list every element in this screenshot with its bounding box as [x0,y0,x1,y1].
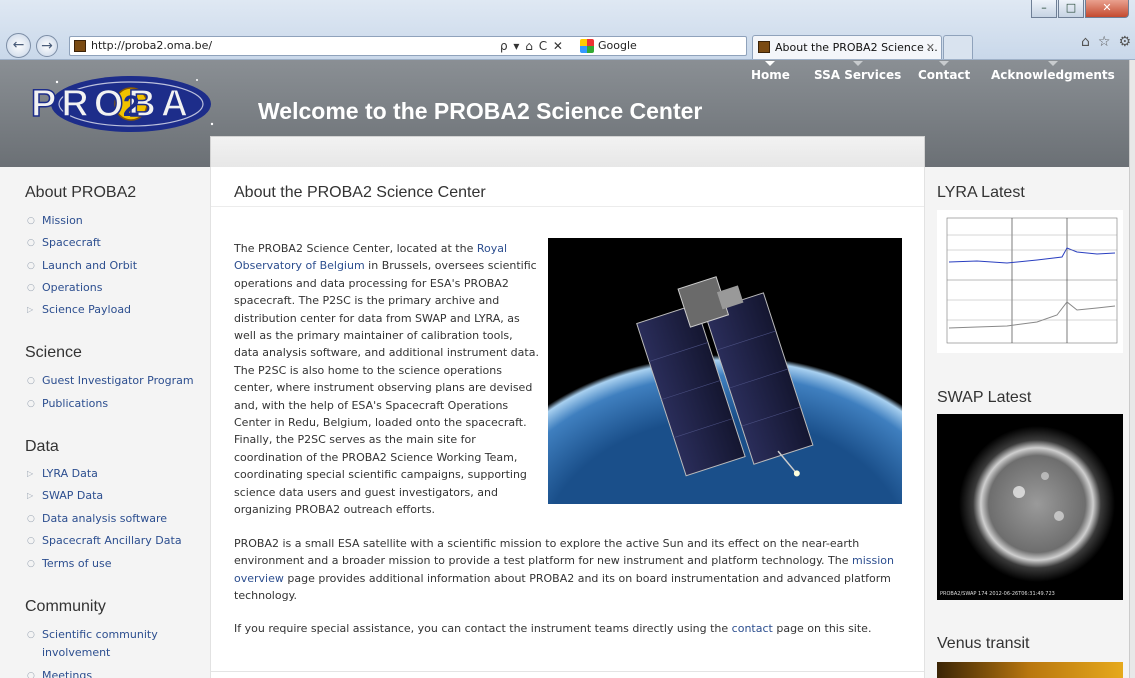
intro-paragraph: The PROBA2 Science Center, located at th… [234,242,539,517]
content-top-bar [210,136,925,167]
section-title-community: Community [25,598,106,615]
back-button[interactable]: ← [6,33,31,58]
sidebar-item-terms-of-use[interactable]: Terms of use [27,555,112,573]
mission-paragraph: PROBA2 is a small ESA satellite with a s… [234,537,894,603]
spacecraft-image [548,238,902,504]
main-content: About the PROBA2 Science Center The PROB… [210,167,925,678]
site-title: Welcome to the PROBA2 Science Center [258,98,703,124]
window-controls: – □ ✕ [1031,0,1129,18]
top-navigation: Home SSA Services Contact Acknowledgment… [0,61,1129,88]
forward-button[interactable]: → [36,35,58,57]
sidebar-item-operations[interactable]: Operations [27,279,103,297]
search-engine-label[interactable]: Google [598,37,637,55]
page-scrollbar[interactable] [1129,60,1135,678]
swap-caption: PROBA2/SWAP 174 2012-06-26T06:31:49.723 [940,591,1055,597]
title-divider [211,206,924,207]
sidebar-item-data-analysis[interactable]: Data analysis software [27,510,167,528]
logo-text: PROBA [31,83,193,125]
sidebar-item-mission[interactable]: Mission [27,212,83,230]
browser-chrome: – □ ✕ ← → http://proba2.oma.be/ ρ ▾ ⌂ C … [0,0,1135,60]
section-title-data: Data [25,438,59,455]
favorites-star-icon[interactable]: ☆ [1098,34,1111,50]
sidebar-item-lyra-data[interactable]: LYRA Data [27,465,98,483]
minimize-button[interactable]: – [1031,0,1057,18]
sidebar-item-ancillary-data[interactable]: Spacecraft Ancillary Data [27,532,182,550]
sidebar-item-launch-orbit[interactable]: Launch and Orbit [27,257,137,275]
site-favicon-icon [74,40,86,52]
sidebar-item-spacecraft[interactable]: Spacecraft [27,234,101,252]
nav-home[interactable]: Home [751,61,790,82]
tab-title[interactable]: About the PROBA2 Science ... [775,37,938,59]
address-bar[interactable]: http://proba2.oma.be/ ρ ▾ ⌂ C ✕ Google [69,36,747,56]
left-sidebar: About PROBA2 Mission Spacecraft Launch a… [0,167,210,678]
sidebar-item-science-payload[interactable]: Science Payload [27,301,131,319]
settings-gear-icon[interactable]: ⚙ [1118,34,1131,50]
home-icon[interactable]: ⌂ [1081,34,1090,50]
tab-favicon-icon [758,41,770,53]
section-title-about: About PROBA2 [25,184,137,201]
maximize-button[interactable]: □ [1058,0,1084,18]
sun-image [937,414,1123,600]
browser-toolbar-icons: ⌂ ☆ ⚙ [1081,34,1131,50]
close-window-button[interactable]: ✕ [1085,0,1129,18]
sidebar-item-swap-data[interactable]: SWAP Data [27,487,103,505]
page-title: About the PROBA2 Science Center [234,184,486,201]
swap-latest-image[interactable]: PROBA2/SWAP 174 2012-06-26T06:31:49.723 [937,414,1123,600]
sidebar-item-publications[interactable]: Publications [27,395,108,413]
contact-link[interactable]: contact [732,622,773,635]
svg-text:2: 2 [123,90,140,123]
nav-ssa-services[interactable]: SSA Services [814,61,901,82]
tab-close-icon[interactable]: ✕ [926,37,935,59]
google-icon [580,39,594,53]
new-tab-button[interactable] [943,35,973,59]
nav-contact[interactable]: Contact [918,61,970,82]
sidebar-item-guest-investigator[interactable]: Guest Investigator Program [27,372,194,390]
lyra-latest-plot[interactable] [937,210,1123,353]
nav-acknowledgments[interactable]: Acknowledgments [991,61,1115,82]
sidebar-item-meetings[interactable]: Meetings [27,667,92,678]
section-title-science: Science [25,344,82,361]
venus-transit-image[interactable] [937,662,1123,678]
swap-latest-title: SWAP Latest [937,389,1032,406]
venus-transit-title: Venus transit [937,635,1030,652]
sidebar-item-community-involvement[interactable]: Scientific community involvement [27,626,182,662]
lyra-latest-title: LYRA Latest [937,184,1025,201]
address-tools[interactable]: ρ ▾ ⌂ C ✕ [500,37,564,55]
browser-tab[interactable]: About the PROBA2 Science ... ✕ [752,35,942,59]
content-bottom-divider [211,671,924,672]
contact-paragraph: If you require special assistance, you c… [234,622,872,635]
right-column: LYRA Latest SWAP Latest PROBA2/SWAP 174 … [925,167,1129,678]
url-text[interactable]: http://proba2.oma.be/ [91,37,212,55]
